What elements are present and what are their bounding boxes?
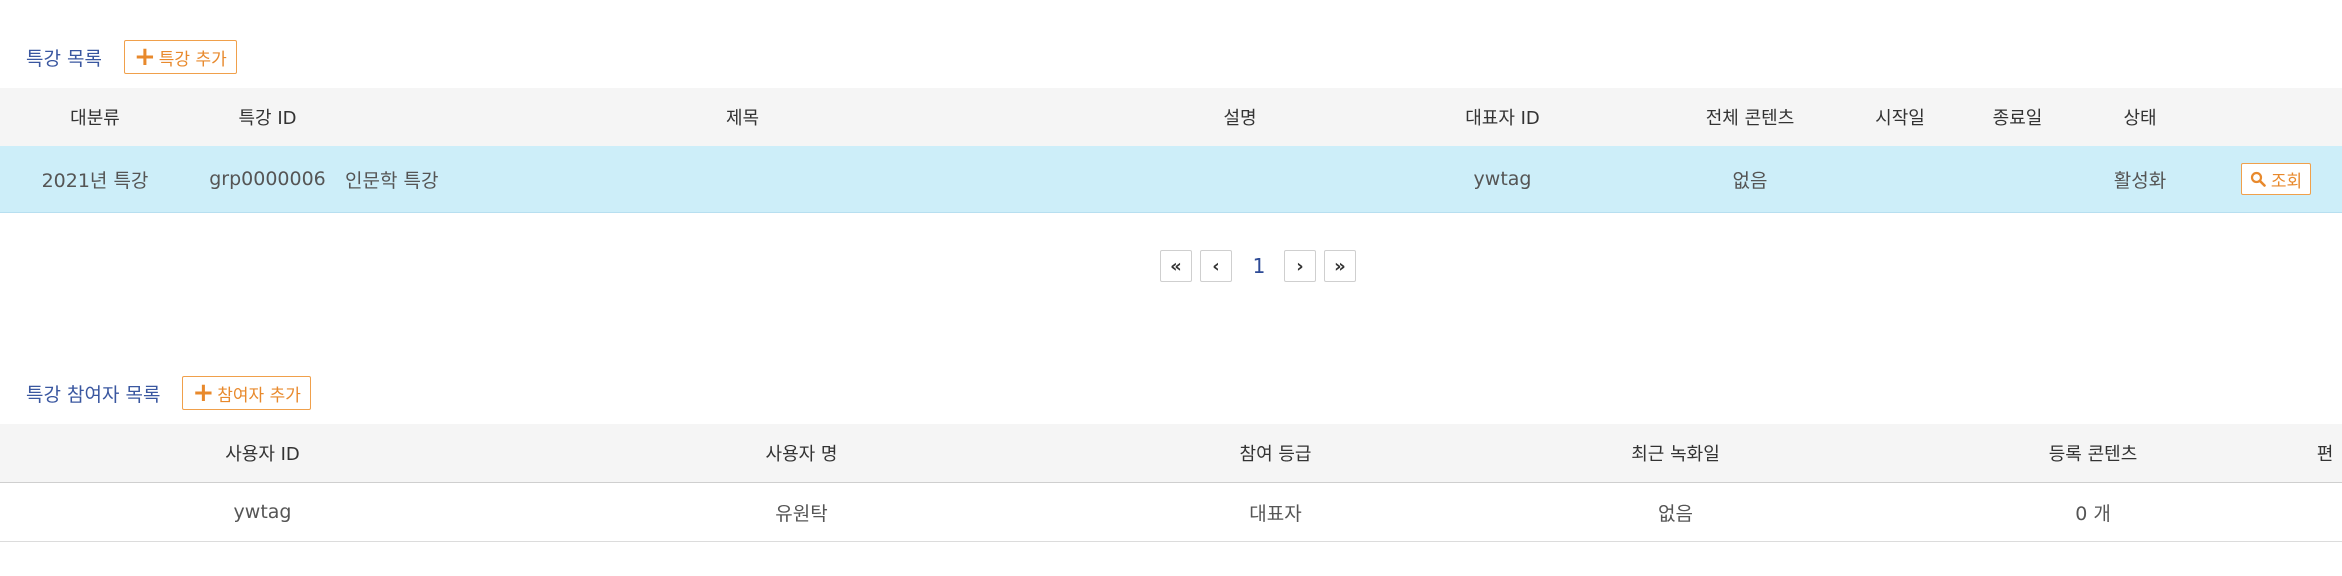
col-start-date[interactable]: 시작일 xyxy=(1835,88,1965,146)
lecture-list-header: 특강 목록 + 특강 추가 xyxy=(26,40,237,74)
lecture-table: 대분류 특강 ID 제목 설명 대표자 ID 전체 콘텐츠 시작일 종료일 상태… xyxy=(0,88,2342,213)
search-icon xyxy=(2250,171,2266,187)
col-total-contents[interactable]: 전체 콘텐츠 xyxy=(1665,88,1835,146)
add-lecture-label: 특강 추가 xyxy=(158,49,227,70)
col-grade[interactable]: 참여 등급 xyxy=(1078,424,1473,483)
view-button-label: 조회 xyxy=(2270,171,2303,192)
col-user-name[interactable]: 사용자 명 xyxy=(525,424,1078,483)
col-description[interactable]: 설명 xyxy=(1140,88,1340,146)
cell-category: 2021년 특강 xyxy=(0,146,190,213)
plus-icon: + xyxy=(133,42,156,72)
add-lecture-button[interactable]: + 특강 추가 xyxy=(123,40,237,74)
last-page-button[interactable]: » xyxy=(1324,250,1356,282)
col-owner-id[interactable]: 대표자 ID xyxy=(1340,88,1665,146)
lecture-list-title: 특강 목록 xyxy=(26,47,102,70)
cell-actions: 조회 xyxy=(2210,146,2342,213)
cell-last-recorded: 없음 xyxy=(1473,482,1878,542)
col-title[interactable]: 제목 xyxy=(345,88,1140,146)
col-lecture-id[interactable]: 특강 ID xyxy=(190,88,345,146)
cell-start-date xyxy=(1835,146,1965,213)
participant-list-title: 특강 참여자 목록 xyxy=(26,383,161,406)
lecture-table-header: 대분류 특강 ID 제목 설명 대표자 ID 전체 콘텐츠 시작일 종료일 상태 xyxy=(0,88,2342,146)
cell-total-contents: 없음 xyxy=(1665,146,1835,213)
next-page-button[interactable]: › xyxy=(1284,250,1316,282)
cell-description xyxy=(1140,146,1340,213)
first-page-button[interactable]: « xyxy=(1160,250,1192,282)
col-end-date[interactable]: 종료일 xyxy=(1965,88,2070,146)
cell-user-id[interactable]: ywtag xyxy=(0,482,525,542)
add-participant-button[interactable]: + 참여자 추가 xyxy=(182,376,311,410)
table-row[interactable]: ywtag 유원탁 대표자 없음 0 개 xyxy=(0,482,2342,542)
prev-page-button[interactable]: ‹ xyxy=(1200,250,1232,282)
cell-title[interactable]: 인문학 특강 xyxy=(345,146,1140,213)
cell-lecture-id: grp0000006 xyxy=(190,146,345,213)
col-status[interactable]: 상태 xyxy=(2070,88,2210,146)
table-row[interactable]: 2021년 특강 grp0000006 인문학 특강 ywtag 없음 활성화 … xyxy=(0,146,2342,213)
cell-user-name: 유원탁 xyxy=(525,482,1078,542)
cell-grade[interactable]: 대표자 xyxy=(1078,482,1473,542)
col-last-recorded[interactable]: 최근 녹화일 xyxy=(1473,424,1878,483)
col-actions xyxy=(2210,88,2342,146)
status-badge: 활성화 xyxy=(2070,146,2210,213)
col-user-id[interactable]: 사용자 ID xyxy=(0,424,525,483)
add-participant-label: 참여자 추가 xyxy=(217,385,301,406)
cell-registered-contents: 0 개 xyxy=(1878,482,2308,542)
col-registered-contents[interactable]: 등록 콘텐츠 xyxy=(1878,424,2308,483)
cell-edit[interactable] xyxy=(2308,482,2342,542)
col-category[interactable]: 대분류 xyxy=(0,88,190,146)
cell-owner-id[interactable]: ywtag xyxy=(1340,146,1665,213)
view-button[interactable]: 조회 xyxy=(2240,163,2312,195)
cell-end-date xyxy=(1965,146,2070,213)
plus-icon: + xyxy=(192,378,215,408)
page-number-current[interactable]: 1 xyxy=(1244,251,1274,281)
pagination: « ‹ 1 › » xyxy=(1160,250,1364,282)
col-edit[interactable]: 편 xyxy=(2308,424,2342,483)
participant-table-header: 사용자 ID 사용자 명 참여 등급 최근 녹화일 등록 콘텐츠 편 xyxy=(0,424,2342,483)
participant-list-header: 특강 참여자 목록 + 참여자 추가 xyxy=(26,376,311,410)
participant-table: 사용자 ID 사용자 명 참여 등급 최근 녹화일 등록 콘텐츠 편 ywtag… xyxy=(0,424,2342,542)
